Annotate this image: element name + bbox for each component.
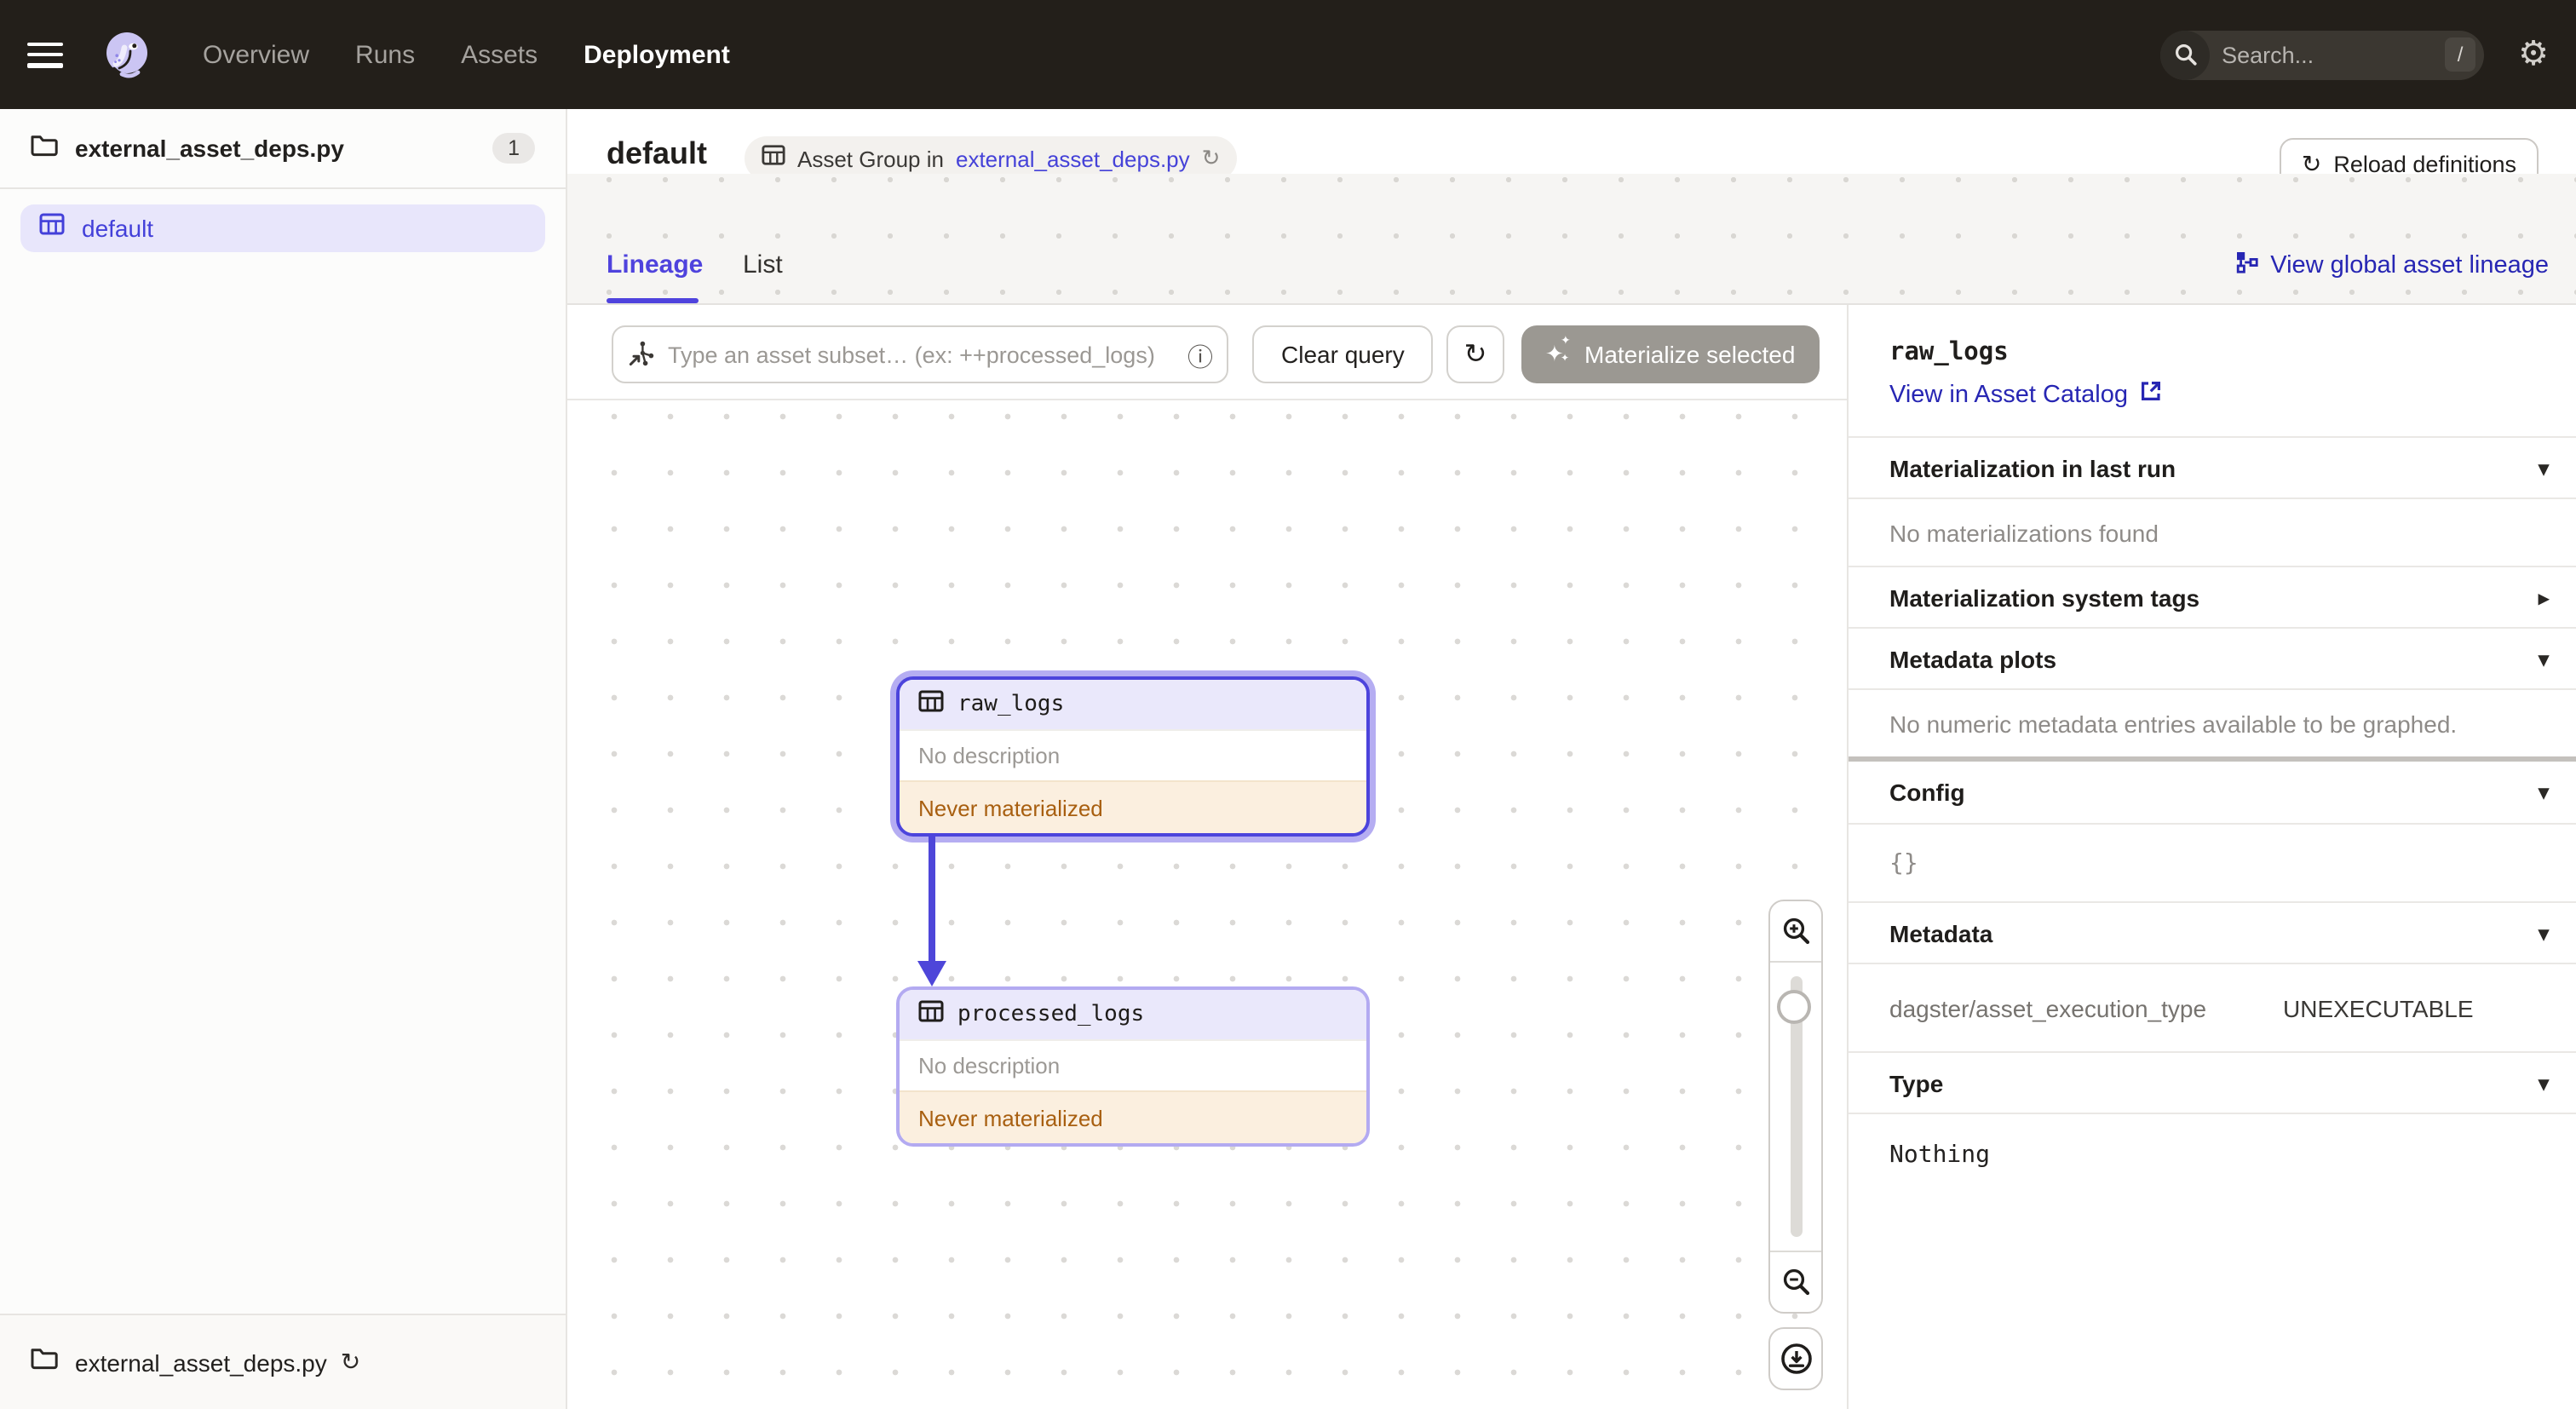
global-lineage-label: View global asset lineage <box>2270 252 2549 279</box>
nav-link-assets[interactable]: Assets <box>461 40 538 69</box>
view-global-asset-lineage-link[interactable]: View global asset lineage <box>2234 250 2549 281</box>
lineage-edge-arrow <box>917 837 946 986</box>
tab-band <box>567 174 2576 303</box>
lineage-canvas[interactable] <box>567 400 1847 1409</box>
asset-node-status: Never materialized <box>900 1090 1366 1143</box>
section-materialization-last-run[interactable]: Materialization in last run ▾ <box>1849 436 2576 497</box>
footer-code-location-label: external_asset_deps.py <box>75 1349 327 1376</box>
asset-node-header: raw_logs <box>900 680 1366 729</box>
table-icon <box>918 687 944 722</box>
sparkle-icon: ✦ ✦ ✦ <box>1545 336 1571 366</box>
sidebar-item-code-location[interactable]: external_asset_deps.py 1 <box>0 109 566 189</box>
chevron-down-icon: ▾ <box>2538 456 2549 480</box>
section-metadata-plots[interactable]: Metadata plots ▾ <box>1849 627 2576 688</box>
zoom-out-button[interactable] <box>1770 1251 1821 1312</box>
panel-asset-name: raw_logs <box>1889 339 2009 366</box>
table-icon <box>918 998 944 1032</box>
asset-node-status: Never materialized <box>900 780 1366 833</box>
dagster-logo-icon[interactable] <box>101 29 152 80</box>
tab-lineage[interactable]: Lineage <box>607 250 703 279</box>
download-graph-button[interactable] <box>1768 1327 1823 1390</box>
section-body-config-value: {} <box>1849 823 2576 901</box>
tab-list[interactable]: List <box>743 250 783 279</box>
section-config[interactable]: Config ▾ <box>1849 762 2576 823</box>
refresh-graph-button[interactable]: ↻ <box>1446 325 1504 383</box>
catalog-link-label: View in Asset Catalog <box>1889 381 2128 408</box>
zoom-slider-handle[interactable] <box>1777 990 1811 1024</box>
asset-group-tag-text: Asset Group in <box>797 146 944 171</box>
asset-group-tag-link[interactable]: external_asset_deps.py <box>956 146 1190 171</box>
info-icon[interactable]: ⓘ <box>1187 339 1213 375</box>
section-body-no-materializations: No materializations found <box>1849 497 2576 566</box>
chevron-down-icon: ▾ <box>2538 780 2549 804</box>
clear-query-button[interactable]: Clear query <box>1252 325 1434 383</box>
asset-subset-input[interactable] <box>612 325 1228 383</box>
asset-node-processed-logs[interactable]: processed_logs No description Never mate… <box>896 986 1370 1147</box>
nav-link-deployment[interactable]: Deployment <box>584 40 730 69</box>
refresh-icon[interactable]: ↻ <box>1202 145 1221 172</box>
sidebar-group-label: default <box>82 215 154 242</box>
asset-node-name: processed_logs <box>957 1002 1145 1027</box>
page-title: default <box>607 136 708 170</box>
asset-group-icon <box>762 142 785 175</box>
asset-subset-query: ⓘ <box>612 325 1228 383</box>
search-shortcut-badge: / <box>2445 37 2476 72</box>
section-body-no-numeric-metadata: No numeric metadata entries available to… <box>1849 688 2576 756</box>
code-location-label: external_asset_deps.py <box>75 135 344 162</box>
external-link-icon <box>2140 380 2162 409</box>
section-body-type-value: Nothing <box>1849 1113 2576 1194</box>
asset-node-description: No description <box>900 729 1366 780</box>
folder-icon <box>31 132 58 164</box>
global-search-input[interactable]: Search... / <box>2160 30 2485 79</box>
section-materialization-system-tags[interactable]: Materialization system tags ▸ <box>1849 566 2576 627</box>
asset-node-description: No description <box>900 1039 1366 1090</box>
zoom-out-icon <box>1782 1268 1809 1296</box>
folder-icon <box>31 1346 58 1378</box>
section-type[interactable]: Type ▾ <box>1849 1051 2576 1113</box>
section-metadata[interactable]: Metadata ▾ <box>1849 901 2576 963</box>
chevron-down-icon: ▾ <box>2538 647 2549 670</box>
nav-link-runs[interactable]: Runs <box>355 40 415 69</box>
zoom-control <box>1768 900 1823 1314</box>
asset-node-raw-logs[interactable]: raw_logs No description Never materializ… <box>896 676 1370 837</box>
metadata-value: UNEXECUTABLE <box>2283 994 2474 1021</box>
top-nav: Overview Runs Assets Deployment Search..… <box>0 0 2576 109</box>
dagster-app: Overview Runs Assets Deployment Search..… <box>0 0 2576 1409</box>
nav-link-overview[interactable]: Overview <box>203 40 309 69</box>
zoom-in-button[interactable] <box>1770 901 1821 963</box>
lineage-graph-icon <box>2234 250 2258 281</box>
search-icon <box>2160 30 2211 79</box>
materialize-selected-button[interactable]: ✦ ✦ ✦ Materialize selected <box>1521 325 1820 383</box>
sidebar-item-default-group[interactable]: default <box>20 204 545 252</box>
chevron-down-icon: ▾ <box>2538 1071 2549 1095</box>
sidebar: external_asset_deps.py 1 default externa… <box>0 109 567 1409</box>
hamburger-menu-icon[interactable] <box>27 42 63 67</box>
asset-detail-panel: raw_logs View in Asset Catalog Materiali… <box>1847 305 2576 1409</box>
asset-node-header: processed_logs <box>900 990 1366 1039</box>
materialize-label: Materialize selected <box>1584 341 1796 368</box>
download-icon <box>1780 1343 1811 1374</box>
asset-count-badge: 1 <box>492 133 535 164</box>
view-in-asset-catalog-link[interactable]: View in Asset Catalog <box>1889 380 2576 409</box>
chevron-down-icon: ▾ <box>2538 921 2549 945</box>
zoom-in-icon <box>1782 917 1809 945</box>
sidebar-footer-code-location[interactable]: external_asset_deps.py ↻ <box>0 1314 566 1409</box>
gear-icon[interactable]: ⚙ <box>2518 37 2549 72</box>
metadata-row: dagster/asset_execution_type UNEXECUTABL… <box>1849 963 2576 1051</box>
chevron-right-icon: ▸ <box>2538 585 2549 609</box>
search-placeholder: Search... <box>2222 42 2314 67</box>
asset-group-icon <box>39 211 65 245</box>
metadata-key: dagster/asset_execution_type <box>1889 994 2207 1021</box>
refresh-icon[interactable]: ↻ <box>341 1348 360 1377</box>
asset-node-name: raw_logs <box>957 692 1065 717</box>
asset-selection-icon <box>629 341 654 375</box>
